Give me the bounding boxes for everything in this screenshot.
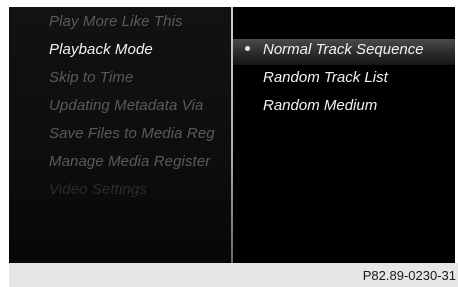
playback-mode-options-panel: Normal Track Sequence Random Track List …	[233, 7, 455, 263]
menu-item-manage-media-register[interactable]: Manage Media Register	[49, 153, 210, 170]
figure-frame: Play More Like This Playback Mode Skip t…	[0, 0, 458, 287]
option-random-track-list[interactable]: Random Track List	[263, 69, 388, 86]
option-normal-track-sequence[interactable]: Normal Track Sequence	[263, 41, 424, 58]
menu-item-skip-to-time[interactable]: Skip to Time	[49, 69, 133, 86]
selected-bullet-icon	[245, 46, 250, 51]
menu-item-play-more-like-this[interactable]: Play More Like This	[49, 13, 183, 30]
menu-item-video-settings[interactable]: Video Settings	[49, 181, 147, 198]
media-display-screen: Play More Like This Playback Mode Skip t…	[9, 7, 455, 263]
menu-item-playback-mode[interactable]: Playback Mode	[49, 41, 153, 58]
menu-item-updating-metadata[interactable]: Updating Metadata Via	[49, 97, 203, 114]
option-random-medium[interactable]: Random Medium	[263, 97, 377, 114]
menu-item-save-files-to-media-register[interactable]: Save Files to Media Reg	[49, 125, 215, 142]
figure-caption-bar: P82.89-0230-31	[9, 263, 458, 287]
figure-reference-code: P82.89-0230-31	[362, 268, 456, 283]
left-menu-panel: Play More Like This Playback Mode Skip t…	[9, 7, 231, 263]
